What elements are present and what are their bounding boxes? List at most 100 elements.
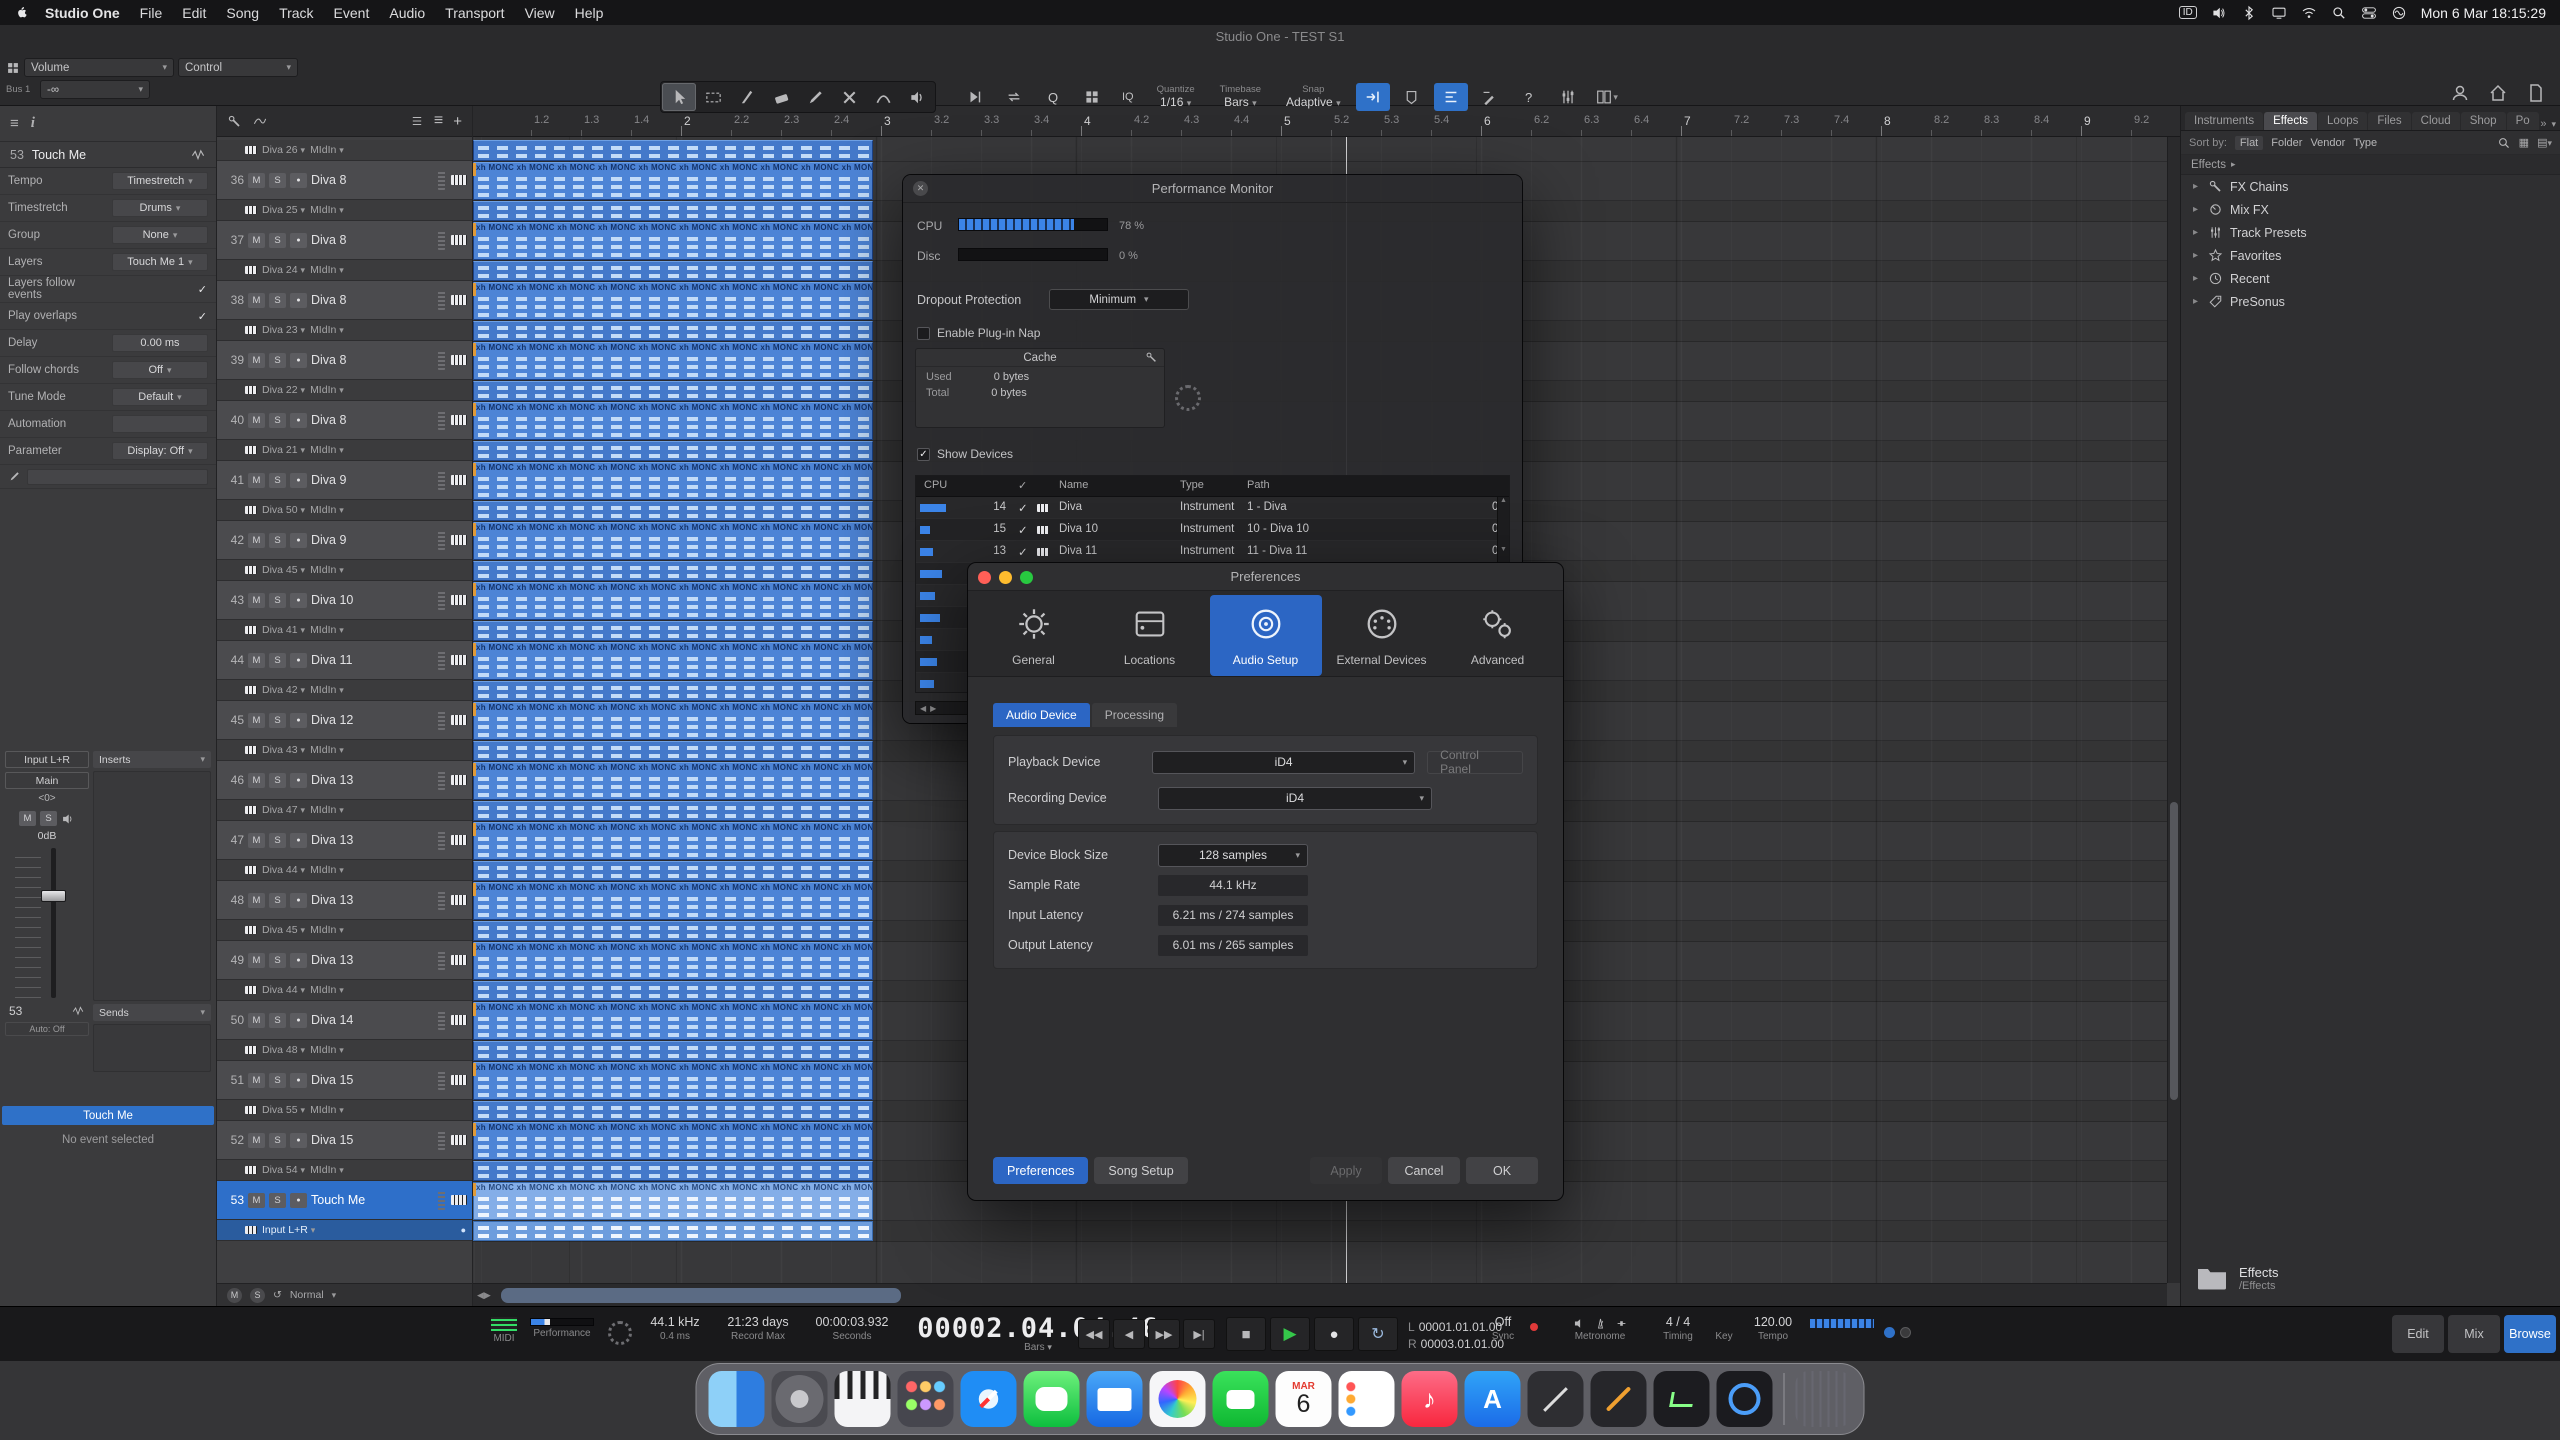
output-select[interactable]: Diva 26 ▾ [262,144,305,156]
record-arm-button[interactable]: ● [290,833,307,848]
solo-button[interactable]: S [269,473,286,488]
record-arm-button[interactable]: ● [290,773,307,788]
list-view-icon[interactable]: ▤▾ [2537,136,2552,149]
precount-indicator[interactable] [1530,1323,1538,1331]
record-arm-button[interactable]: ● [290,293,307,308]
track-row-36[interactable]: 36MS●Diva 8 [217,161,472,200]
dock-finder-icon[interactable] [709,1371,765,1427]
disclosure-icon[interactable]: ▸ [2193,273,2201,284]
vertical-scrollbar[interactable] [2167,137,2180,1283]
track-io-row-37[interactable]: Diva 24 ▾MIdIn ▾ [217,260,472,281]
output-select[interactable]: Diva 55 ▾ [262,1104,305,1116]
mute-button[interactable]: M [248,1073,265,1088]
record-arm-button[interactable]: ● [290,893,307,908]
solo-button[interactable]: S [269,293,286,308]
track-row-44[interactable]: 44MS●Diva 11 [217,641,472,680]
tempo-display[interactable]: 120.00 Tempo [1744,1315,1802,1343]
volume-icon[interactable] [2211,5,2227,21]
song-setup-button[interactable]: Song Setup [1094,1157,1187,1184]
dock-pen-tool-icon[interactable] [1591,1371,1647,1427]
solo-button[interactable]: S [269,1133,286,1148]
disclosure-icon[interactable]: ▸ [2193,296,2201,307]
mute-button[interactable]: M [248,653,265,668]
mute-button[interactable]: M [248,533,265,548]
go-to-end-button[interactable]: ▶| [1183,1319,1215,1349]
prefs-subtab-audio-device[interactable]: Audio Device [993,703,1090,727]
mixer-view-button[interactable] [1551,83,1585,111]
inspector-value-play-overlaps[interactable]: ✓ [112,307,208,325]
mute-button[interactable]: M [248,473,265,488]
dock-studio-one-icon[interactable] [1717,1371,1773,1427]
disclosure-icon[interactable]: ▸ [2193,204,2201,215]
track-io-row-44[interactable]: Diva 42 ▾MIdIn ▾ [217,680,472,701]
midi-clip[interactable]: xh MONC xh MONC xh MONC xh MONC xh MONC … [473,162,873,200]
record-arm-button[interactable]: ● [290,953,307,968]
midi-clip[interactable]: xh MONC xh MONC xh MONC xh MONC xh MONC … [473,402,873,440]
channel-name-bar[interactable]: Touch Me [2,1106,214,1125]
track-io-row-50[interactable]: Diva 48 ▾MIdIn ▾ [217,1040,472,1061]
undo-icon[interactable]: ↺ [273,1289,282,1301]
track-row-43[interactable]: 43MS●Diva 10 [217,581,472,620]
track-io-row-41[interactable]: Diva 50 ▾MIdIn ▾ [217,500,472,521]
midi-clip-layer[interactable] [473,140,873,161]
track-io-row-49[interactable]: Diva 44 ▾MIdIn ▾ [217,980,472,1001]
solo-button[interactable]: S [269,353,286,368]
midi-input-select[interactable]: MIdIn ▾ [310,984,344,996]
midi-clip[interactable]: xh MONC xh MONC xh MONC xh MONC xh MONC … [473,1182,873,1220]
preferences-titlebar[interactable]: Preferences [968,563,1563,591]
global-solo-button[interactable]: S [250,1288,265,1303]
browser-tab-shop[interactable]: Shop [2461,112,2506,130]
hamburger-icon[interactable]: ≡ [10,115,19,132]
dock-terminal-icon[interactable] [1654,1371,1710,1427]
solo-button[interactable]: S [269,1193,286,1208]
dock-messages-icon[interactable] [1024,1371,1080,1427]
track-row-37[interactable]: 37MS●Diva 8 [217,221,472,260]
views-button[interactable]: ▾ [1590,83,1624,111]
chevron-down-icon[interactable]: ▾ [2551,119,2556,130]
solo-button[interactable]: S [269,533,286,548]
track-row-50[interactable]: 50MS●Diva 14 [217,1001,472,1040]
device-row[interactable]: 13✓Diva 11Instrument11 - Diva 110 [916,541,1509,563]
stop-button[interactable]: ■ [1226,1317,1266,1351]
inspector-value-layers-follow-events[interactable]: ✓ [112,280,208,298]
search-icon[interactable] [2497,136,2511,150]
midi-input-select[interactable]: MIdIn ▾ [310,804,344,816]
track-io-row-51[interactable]: Diva 55 ▾MIdIn ▾ [217,1100,472,1121]
output-select[interactable]: Diva 43 ▾ [262,744,305,756]
timecode-display[interactable]: 00:00:03.932 Seconds [802,1315,902,1343]
record-arm-button[interactable]: ● [290,1193,307,1208]
record-arm-button[interactable]: ● [290,173,307,188]
output-select[interactable]: Diva 45 ▾ [262,564,305,576]
browser-tab-instruments[interactable]: Instruments [2185,112,2263,130]
browser-tab-files[interactable]: Files [2368,112,2410,130]
close-icon[interactable]: ✕ [913,181,928,196]
bend-tool-button[interactable] [866,83,900,111]
macros-button[interactable] [1075,83,1109,111]
track-row-40[interactable]: 40MS●Diva 8 [217,401,472,440]
control-center-icon[interactable] [2361,5,2377,21]
prefs-tab-external-devices[interactable]: External Devices [1326,595,1438,676]
sort-option-type[interactable]: Type [2353,137,2377,149]
midi-clip-layer[interactable] [473,441,873,461]
record-button[interactable]: ● [1314,1317,1354,1351]
mute-button[interactable]: M [248,833,265,848]
loop-follow-button[interactable] [997,83,1031,111]
record-arm-button[interactable]: ● [290,713,307,728]
sends-panel-header[interactable]: Sends▾ [93,1004,211,1021]
mute-button[interactable]: M [248,173,265,188]
device-row[interactable]: 14✓DivaInstrument1 - Diva0 [916,497,1509,519]
tree-item-mix-fx[interactable]: ▸Mix FX [2181,198,2560,221]
channel-solo-button[interactable]: S [40,811,57,826]
midi-clip[interactable]: xh MONC xh MONC xh MONC xh MONC xh MONC … [473,222,873,260]
solo-button[interactable]: S [269,1013,286,1028]
dropout-protection-select[interactable]: Minimum▾ [1049,289,1189,310]
track-row-39[interactable]: 39MS●Diva 8 [217,341,472,380]
solo-button[interactable]: S [269,173,286,188]
midi-input-select[interactable]: MIdIn ▾ [310,624,344,636]
solo-button[interactable]: S [269,413,286,428]
click-volume-icon[interactable] [1615,1317,1628,1330]
speaker-icon[interactable] [1573,1317,1586,1330]
mute-button[interactable]: M [248,1013,265,1028]
snap-toggle-button[interactable] [1356,83,1390,111]
midi-clip-layer[interactable] [473,681,873,701]
